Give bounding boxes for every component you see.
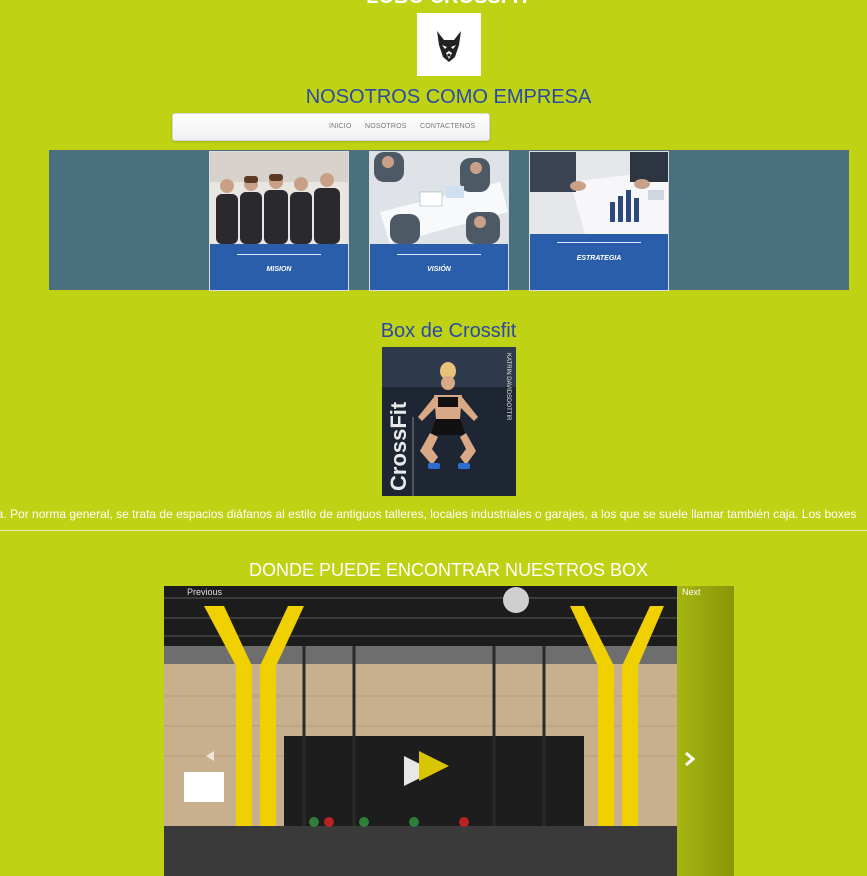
card-label: ESTRATEGIA <box>576 255 622 262</box>
nav-contactenos[interactable]: CONTACTENOS <box>420 123 475 130</box>
card-mision[interactable]: MISION <box>209 151 349 291</box>
nav-inicio[interactable]: INICIO <box>329 123 352 130</box>
card-caption: MISION <box>210 244 348 290</box>
poster-logo-text: CrossFit <box>386 401 411 491</box>
wolf-logo[interactable] <box>417 13 481 76</box>
box-heading: Box de Crossfit <box>380 320 517 342</box>
carousel-next[interactable]: Next <box>682 587 701 597</box>
company-heading: NOSOTROS COMO EMPRESA <box>305 86 592 108</box>
carousel-next-area[interactable] <box>677 586 734 876</box>
locations-heading: DONDE PUEDE ENCONTRAR NUESTROS BOX <box>248 560 649 580</box>
gym-carousel[interactable]: Previous Next <box>164 586 734 876</box>
athlete-image: CrossFit KATRIN DAVIDSDOTTIR <box>382 347 516 496</box>
carousel-previous[interactable]: Previous <box>187 587 222 597</box>
marquee-content: na. Por norma general, se trata de espac… <box>0 507 857 521</box>
strategy-photo <box>530 152 668 234</box>
meeting-photo <box>370 152 508 244</box>
card-estrategia[interactable]: ESTRATEGIA <box>529 151 669 291</box>
poster-side-text: KATRIN DAVIDSDOTTIR <box>505 353 511 421</box>
card-caption: VISIÓN <box>370 244 508 290</box>
card-vision[interactable]: VISIÓN <box>369 151 509 291</box>
marquee-text: na. Por norma general, se trata de espac… <box>0 507 867 521</box>
team-photo <box>210 152 348 244</box>
card-label: VISIÓN <box>427 266 451 273</box>
nav-nosotros[interactable]: NOSOTROS <box>365 123 407 130</box>
wolf-icon <box>430 25 468 64</box>
navbar: INICIO NOSOTROS CONTACTENOS <box>172 113 490 141</box>
crossfit-poster: CrossFit KATRIN DAVIDSDOTTIR <box>382 347 516 496</box>
card-caption: ESTRATEGIA <box>530 234 668 290</box>
gym-photo <box>164 586 677 876</box>
site-title: LOBO CROSSFIT <box>0 0 867 9</box>
chevron-right-icon <box>685 751 696 767</box>
divider <box>0 530 867 531</box>
card-label: MISION <box>266 266 292 273</box>
